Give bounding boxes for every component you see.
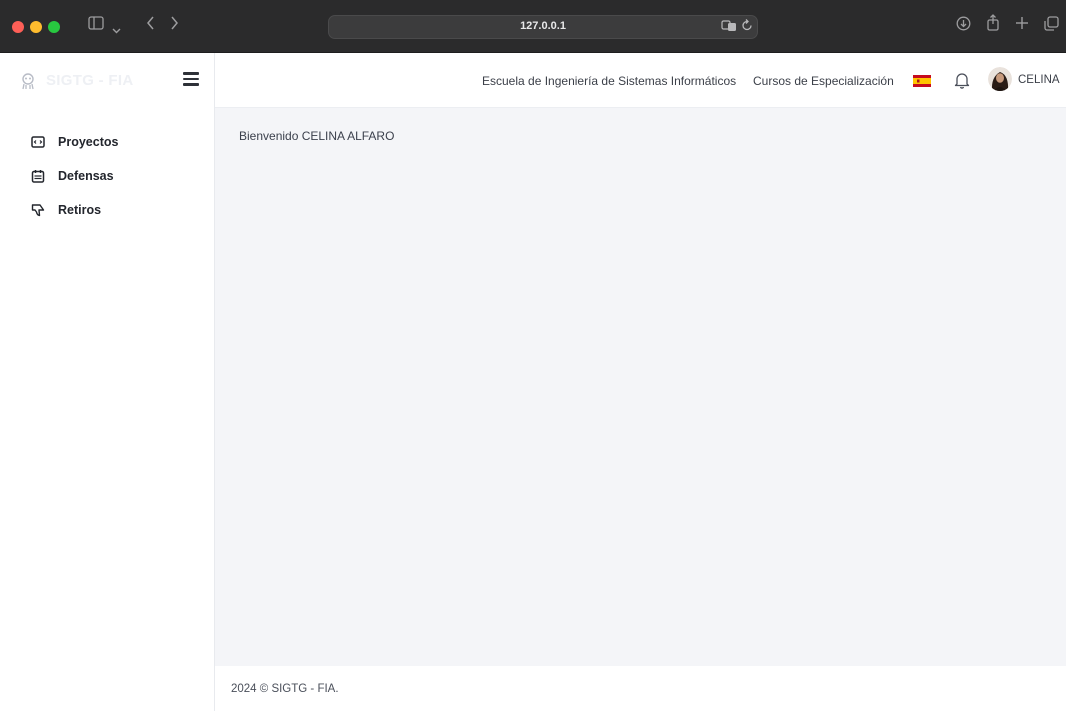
sidebar-item-label: Retiros bbox=[58, 203, 102, 217]
avatar[interactable] bbox=[988, 67, 1012, 91]
welcome-message: Bienvenido CELINA ALFARO bbox=[239, 129, 395, 143]
calendar-icon bbox=[31, 169, 45, 183]
back-icon[interactable] bbox=[146, 16, 155, 36]
bell-icon[interactable] bbox=[954, 71, 970, 89]
chevron-down-icon[interactable] bbox=[112, 20, 121, 40]
courses-link[interactable]: Cursos de Especialización bbox=[753, 74, 894, 88]
code-window-icon bbox=[31, 135, 45, 149]
sidebar-item-label: Proyectos bbox=[58, 135, 119, 149]
address-bar[interactable]: 127.0.0.1 bbox=[328, 15, 758, 39]
sidebar-item-defensas[interactable]: Defensas bbox=[0, 159, 214, 193]
top-header: Escuela de Ingeniería de Sistemas Inform… bbox=[215, 53, 1066, 108]
brand[interactable]: SIGTG - FIA bbox=[0, 53, 214, 108]
download-icon[interactable] bbox=[956, 16, 971, 37]
new-tab-icon[interactable] bbox=[1015, 16, 1029, 36]
zoom-window-button[interactable] bbox=[48, 21, 60, 33]
hamburger-line bbox=[183, 83, 199, 86]
thumbs-down-icon bbox=[31, 203, 45, 217]
school-link[interactable]: Escuela de Ingeniería de Sistemas Inform… bbox=[482, 74, 736, 88]
sidebar-toggle-icon[interactable] bbox=[88, 16, 104, 36]
browser-toolbar: 127.0.0.1 bbox=[0, 0, 1066, 53]
app-logo-icon bbox=[19, 72, 37, 90]
tabs-overview-icon[interactable] bbox=[1044, 16, 1059, 37]
user-name[interactable]: CELINA bbox=[1018, 74, 1060, 86]
brand-name: SIGTG - FIA bbox=[46, 72, 134, 89]
window-controls bbox=[12, 21, 60, 33]
translate-icon[interactable] bbox=[721, 19, 737, 35]
sidebar-item-proyectos[interactable]: Proyectos bbox=[0, 125, 214, 159]
share-icon[interactable] bbox=[986, 14, 1000, 37]
hamburger-line bbox=[183, 72, 199, 75]
footer: 2024 © SIGTG - FIA. bbox=[215, 666, 1066, 711]
url-text: 127.0.0.1 bbox=[520, 20, 566, 32]
spain-flag-icon[interactable] bbox=[913, 74, 931, 87]
sidebar-item-label: Defensas bbox=[58, 169, 114, 183]
main-content: Bienvenido CELINA ALFARO bbox=[215, 108, 1066, 666]
footer-copyright: 2024 © SIGTG - FIA. bbox=[231, 683, 339, 695]
menu-toggle-button[interactable] bbox=[183, 72, 199, 86]
minimize-window-button[interactable] bbox=[30, 21, 42, 33]
sidebar-nav: Proyectos Defensas Retiros bbox=[0, 108, 214, 227]
sidebar-item-retiros[interactable]: Retiros bbox=[0, 193, 214, 227]
close-window-button[interactable] bbox=[12, 21, 24, 33]
forward-icon[interactable] bbox=[170, 16, 179, 36]
reload-icon[interactable] bbox=[741, 19, 753, 35]
sidebar: SIGTG - FIA Proyectos Defensas Retiros bbox=[0, 53, 215, 711]
hamburger-line bbox=[183, 77, 199, 80]
